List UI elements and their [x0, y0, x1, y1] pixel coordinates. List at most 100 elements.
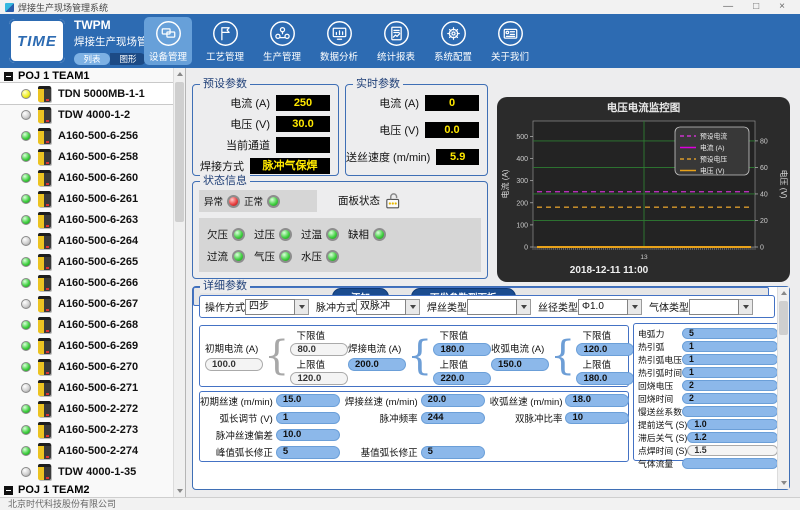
- lower-limit-input[interactable]: 120.0: [576, 343, 634, 356]
- param-input[interactable]: 5: [421, 446, 485, 459]
- device-item[interactable]: A160-500-2-274: [0, 440, 185, 461]
- maximize-button[interactable]: □: [753, 0, 759, 14]
- chevron-down-icon[interactable]: [295, 299, 309, 315]
- param-input[interactable]: 5: [682, 328, 778, 339]
- device-item[interactable]: TDW 4000-1-2: [0, 104, 185, 125]
- nav-item[interactable]: 设备管理: [144, 17, 192, 65]
- tree-group-team2[interactable]: POJ 1 TEAM2: [0, 482, 185, 497]
- welder-icon: [38, 422, 51, 438]
- lower-limit-input[interactable]: 180.0: [433, 343, 491, 356]
- panel-state-label: 面板状态: [338, 193, 380, 208]
- param-input[interactable]: 10: [565, 412, 629, 425]
- collapse-icon[interactable]: [4, 486, 13, 495]
- upper-limit-input[interactable]: 220.0: [433, 372, 491, 385]
- device-item[interactable]: A160-500-6-269: [0, 335, 185, 356]
- close-button[interactable]: ×: [779, 0, 785, 14]
- scrollbar-thumb[interactable]: [175, 82, 184, 222]
- device-item[interactable]: A160-500-6-258: [0, 146, 185, 167]
- param-input[interactable]: 5: [276, 446, 340, 459]
- chevron-down-icon[interactable]: [739, 299, 753, 315]
- device-item[interactable]: A160-500-6-260: [0, 167, 185, 188]
- param-input[interactable]: 15.0: [276, 394, 340, 407]
- scroll-up-icon[interactable]: [778, 287, 790, 299]
- view-toggle-button[interactable]: 列表: [74, 53, 110, 65]
- welder-icon: [38, 128, 51, 144]
- current-main-input[interactable]: 150.0: [491, 358, 549, 371]
- preset-params-panel: 预设参数 电流 (A) 250 电压 (V) 30.0 当前通道 焊接方式 脉冲…: [192, 84, 339, 176]
- param-cell: 双脉冲比率 10: [490, 410, 635, 425]
- nav-item[interactable]: 工艺管理: [201, 17, 249, 65]
- current-main-input[interactable]: 200.0: [348, 358, 406, 371]
- device-status-led: [21, 404, 31, 414]
- param-input[interactable]: 2: [682, 380, 778, 391]
- chevron-down-icon[interactable]: [406, 299, 420, 315]
- nav-item[interactable]: 生产管理: [258, 17, 306, 65]
- window-controls: — □ ×: [723, 0, 795, 14]
- scroll-down-icon[interactable]: [174, 485, 186, 497]
- detail-scrollbar[interactable]: [777, 287, 789, 489]
- device-item[interactable]: TDW 4000-1-35: [0, 461, 185, 482]
- param-input[interactable]: 1.0: [687, 419, 778, 430]
- device-item[interactable]: A160-500-6-270: [0, 356, 185, 377]
- view-toggle-button[interactable]: 图形: [110, 53, 146, 65]
- svg-text:500: 500: [516, 134, 528, 141]
- welder-icon: [38, 212, 51, 228]
- param-input[interactable]: 1: [682, 354, 778, 365]
- device-status-led: [21, 383, 31, 393]
- nav-item[interactable]: 数据分析: [315, 17, 363, 65]
- param-input[interactable]: [682, 458, 778, 469]
- device-item[interactable]: A160-500-2-272: [0, 398, 185, 419]
- upper-limit-input[interactable]: 180.0: [576, 372, 634, 385]
- nav-item[interactable]: 系统配置: [429, 17, 477, 65]
- scroll-down-icon[interactable]: [778, 477, 790, 489]
- param-input[interactable]: [682, 406, 778, 417]
- welder-icon: [38, 338, 51, 354]
- device-item[interactable]: A160-500-6-271: [0, 377, 185, 398]
- param-input[interactable]: 18.0: [565, 394, 629, 407]
- window-title: 焊接生产现场管理系统: [18, 1, 108, 14]
- device-item[interactable]: A160-500-6-261: [0, 188, 185, 209]
- dropdown-select[interactable]: 双脉冲: [356, 299, 420, 315]
- realtime-params-panel: 实时参数 电流 (A) 0 电压 (V) 0.0 送丝速度 (m/min) 5.…: [345, 84, 488, 176]
- param-input[interactable]: 20.0: [421, 394, 485, 407]
- device-item[interactable]: A160-500-6-263: [0, 209, 185, 230]
- chevron-down-icon[interactable]: [628, 299, 642, 315]
- sidebar-scrollbar[interactable]: [173, 68, 185, 497]
- upper-limit-input[interactable]: 120.0: [290, 372, 348, 385]
- lower-limit-input[interactable]: 80.0: [290, 343, 348, 356]
- device-item[interactable]: A160-500-6-267: [0, 293, 185, 314]
- param-input[interactable]: 2: [682, 393, 778, 404]
- device-item[interactable]: A160-500-6-265: [0, 251, 185, 272]
- tree-group-team1[interactable]: POJ 1 TEAM1: [0, 68, 185, 83]
- scrollbar-thumb[interactable]: [779, 301, 788, 335]
- param-input[interactable]: 1: [276, 412, 340, 425]
- device-item[interactable]: A160-500-6-264: [0, 230, 185, 251]
- nav-item[interactable]: 关于我们: [486, 17, 534, 65]
- param-input[interactable]: 244: [421, 412, 485, 425]
- device-item[interactable]: A160-500-6-256: [0, 125, 185, 146]
- param-input[interactable]: 1.2: [687, 432, 778, 443]
- param-input[interactable]: 1: [682, 341, 778, 352]
- current-main-input[interactable]: 100.0: [205, 358, 263, 371]
- dropdown-select[interactable]: Φ1.0: [578, 299, 642, 315]
- device-item[interactable]: TDN 5000MB-1-1: [0, 83, 185, 104]
- scroll-up-icon[interactable]: [174, 68, 186, 80]
- device-item[interactable]: A160-500-6-266: [0, 272, 185, 293]
- dropdown-select[interactable]: 四步: [245, 299, 309, 315]
- chevron-down-icon[interactable]: [517, 299, 531, 315]
- svg-text:2018-12-11 11:00: 2018-12-11 11:00: [570, 265, 649, 276]
- device-item[interactable]: A160-500-6-268: [0, 314, 185, 335]
- alarm-indicator: 气压: [254, 249, 292, 264]
- minimize-button[interactable]: —: [723, 0, 733, 14]
- param-input[interactable]: 1.5: [687, 445, 778, 456]
- param-input[interactable]: 1: [682, 367, 778, 378]
- nav-item[interactable]: 统计报表: [372, 17, 420, 65]
- brace-decoration: {: [550, 331, 575, 381]
- param-input[interactable]: 10.0: [276, 429, 340, 442]
- device-item[interactable]: A160-500-2-273: [0, 419, 185, 440]
- collapse-icon[interactable]: [4, 72, 13, 81]
- dropdown-select[interactable]: [467, 299, 531, 315]
- svg-text:电压电流监控图: 电压电流监控图: [607, 101, 681, 114]
- dropdown-select[interactable]: [689, 299, 753, 315]
- abnormal-led: [227, 195, 240, 208]
